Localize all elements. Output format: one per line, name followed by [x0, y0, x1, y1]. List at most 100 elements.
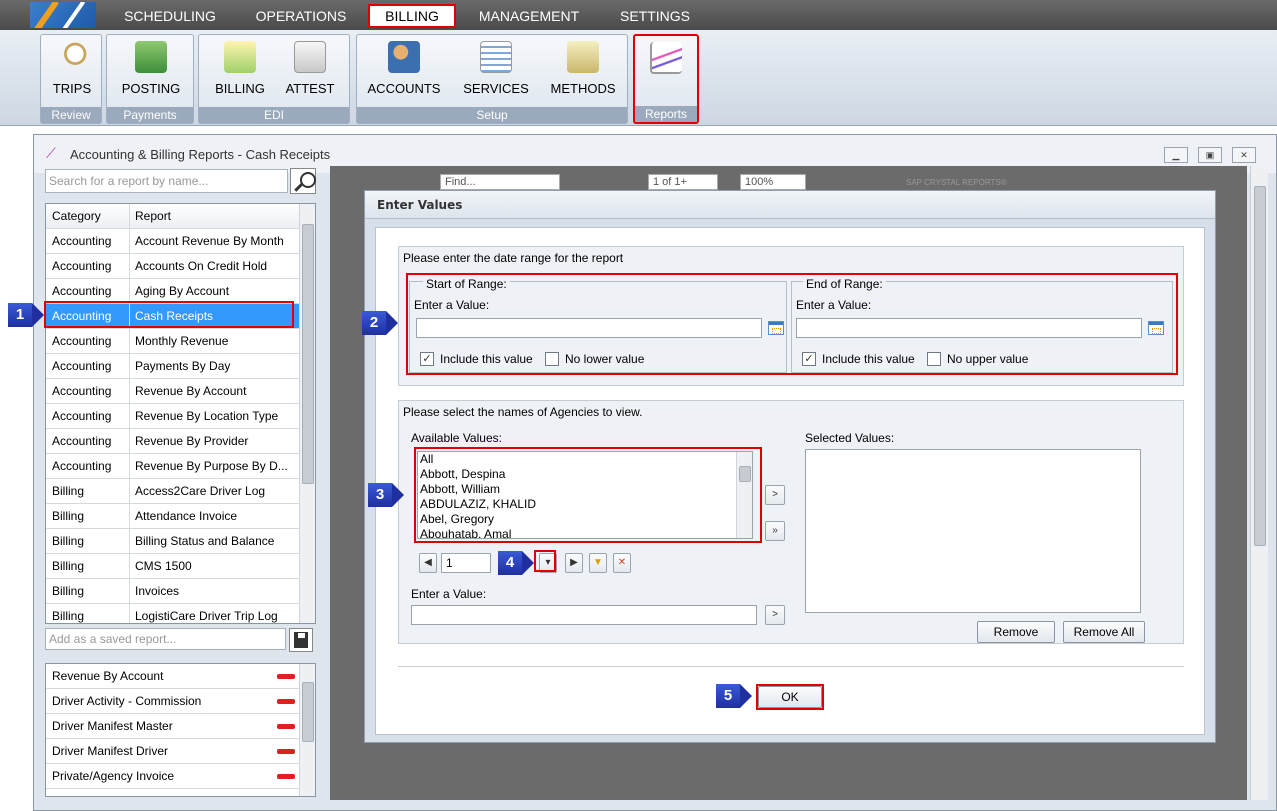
reports-button[interactable] — [643, 42, 689, 82]
agencies-prompt: Please select the names of Agencies to v… — [403, 405, 643, 419]
page-number-input[interactable]: 1 — [441, 553, 491, 573]
remove-icon[interactable] — [277, 749, 295, 754]
table-row[interactable]: Accounting Revenue By Location Type — [46, 404, 300, 429]
zoom-select[interactable]: 100% — [740, 174, 806, 190]
list-item[interactable]: Private/Agency Invoice — [46, 764, 300, 789]
attest-button[interactable]: ATTEST — [277, 41, 343, 96]
viewer-scrollbar[interactable] — [1250, 166, 1268, 800]
saved-list-scrollbar[interactable] — [299, 664, 315, 796]
page-indicator[interactable]: 1 of 1+ — [648, 174, 718, 190]
posting-button[interactable]: POSTING — [115, 41, 187, 96]
add-all-button[interactable]: » — [765, 521, 785, 541]
ribbon-group-reports: Reports — [633, 34, 699, 124]
remove-icon[interactable] — [277, 774, 295, 779]
group-title-reports: Reports — [635, 106, 697, 122]
chart-icon — [650, 42, 682, 74]
menu-scheduling[interactable]: SCHEDULING — [110, 4, 230, 28]
list-item[interactable]: Driver Manifest Driver — [46, 739, 300, 764]
column-header-report[interactable]: Report — [131, 204, 300, 229]
menu-management[interactable]: MANAGEMENT — [466, 4, 592, 28]
remove-button[interactable]: Remove — [977, 621, 1055, 643]
table-row[interactable]: Accounting Revenue By Account — [46, 379, 300, 404]
filter-icon[interactable]: ▼ — [589, 553, 607, 573]
table-row[interactable]: Accounting Revenue By Purpose By D... — [46, 454, 300, 479]
dialog-title: Enter Values — [377, 198, 463, 212]
accounts-button[interactable]: ACCOUNTS — [363, 41, 445, 96]
users-icon — [388, 41, 420, 73]
saved-report-input[interactable]: Add as a saved report... — [45, 628, 286, 650]
scrollbar-thumb[interactable] — [302, 682, 314, 742]
trips-button[interactable]: TRIPS — [47, 41, 97, 96]
table-row[interactable]: Accounting Payments By Day — [46, 354, 300, 379]
saved-reports-list: Revenue By Account Driver Activity - Com… — [45, 663, 316, 797]
list-item[interactable]: Driver Activity - Commission — [46, 689, 300, 714]
date-range-highlight — [406, 273, 1178, 375]
enter-values-dialog: Enter Values Please enter the date range… — [364, 190, 1216, 743]
remove-icon[interactable] — [277, 699, 295, 704]
available-values-label: Available Values: — [411, 431, 502, 445]
ribbon-group-review: TRIPS Review — [40, 34, 102, 124]
list-item[interactable]: Driver Manifest Master — [46, 714, 300, 739]
clear-filter-icon[interactable]: ✕ — [613, 553, 631, 573]
next-page-button[interactable]: ▶ — [565, 553, 583, 573]
cash-receipts-highlight — [44, 301, 294, 328]
table-row[interactable]: Accounting Monthly Revenue — [46, 329, 300, 354]
minimize-button[interactable]: ▁ — [1164, 147, 1188, 163]
report-grid: Category Report Accounting Account Revenu… — [45, 203, 316, 624]
money-icon — [135, 41, 167, 73]
remove-icon[interactable] — [277, 674, 295, 679]
search-icon[interactable] — [290, 168, 316, 194]
scrollbar-thumb[interactable] — [1254, 186, 1266, 546]
add-value-button[interactable]: > — [765, 605, 785, 625]
find-input[interactable]: Find... — [440, 174, 560, 190]
edi-billing-button[interactable]: BILLING — [207, 41, 273, 96]
dropdown-highlight — [534, 550, 556, 572]
group-title-payments: Payments — [107, 107, 193, 123]
restore-button[interactable]: ▣ — [1198, 147, 1222, 163]
report-search-input[interactable]: Search for a report by name... — [45, 169, 288, 193]
table-row[interactable]: Billing Invoices — [46, 579, 300, 604]
table-row[interactable]: Accounting Revenue By Provider — [46, 429, 300, 454]
selected-values-label: Selected Values: — [805, 431, 895, 445]
divider — [398, 666, 1184, 667]
group-title-review: Review — [41, 107, 101, 123]
prev-page-button[interactable]: ◀ — [419, 553, 437, 573]
group-title-edi: EDI — [199, 107, 349, 123]
remove-all-button[interactable]: Remove All — [1063, 621, 1145, 643]
table-row[interactable]: Billing CMS 1500 — [46, 554, 300, 579]
table-row[interactable]: Billing Billing Status and Balance — [46, 529, 300, 554]
top-menu-bar: SCHEDULING OPERATIONS BILLING MANAGEMENT… — [0, 0, 1277, 30]
ribbon-group-setup: ACCOUNTS SERVICES METHODS Setup — [356, 34, 628, 124]
table-row[interactable]: Billing Access2Care Driver Log — [46, 479, 300, 504]
enter-value-label: Enter a Value: — [411, 587, 487, 601]
dialog-titlebar: Enter Values — [365, 191, 1215, 219]
grid-header: Category Report — [46, 204, 300, 229]
table-row[interactable]: Billing LogistiCare Driver Trip Log — [46, 604, 300, 623]
report-grid-scrollbar[interactable] — [299, 204, 315, 623]
methods-button[interactable]: METHODS — [543, 41, 623, 96]
menu-billing[interactable]: BILLING — [368, 4, 456, 28]
table-row[interactable]: Accounting Account Revenue By Month — [46, 229, 300, 254]
list-item[interactable]: Revenue By Account — [46, 664, 300, 689]
table-row[interactable]: Billing Attendance Invoice — [46, 504, 300, 529]
close-button[interactable]: ✕ — [1232, 147, 1256, 163]
table-row[interactable]: Accounting Accounts On Credit Hold — [46, 254, 300, 279]
document-icon — [294, 41, 326, 73]
viewer-toolbar: Find... 1 of 1+ 100% SAP CRYSTAL REPORTS… — [330, 170, 1030, 192]
agency-value-input[interactable] — [411, 605, 757, 625]
add-selected-button[interactable]: > — [765, 485, 785, 505]
cash-icon — [567, 41, 599, 73]
selected-values-list[interactable] — [805, 449, 1141, 613]
services-button[interactable]: SERVICES — [455, 41, 537, 96]
scrollbar-thumb[interactable] — [302, 224, 314, 484]
brand-label: SAP CRYSTAL REPORTS® — [906, 178, 1007, 187]
menu-operations[interactable]: OPERATIONS — [244, 4, 358, 28]
dialog-body: Please enter the date range for the repo… — [375, 227, 1205, 735]
save-icon[interactable] — [289, 628, 313, 652]
download-icon — [224, 41, 256, 73]
magnifier-icon — [56, 41, 88, 73]
menu-settings[interactable]: SETTINGS — [606, 4, 704, 28]
remove-icon[interactable] — [277, 724, 295, 729]
column-header-category[interactable]: Category — [46, 204, 130, 229]
ribbon: TRIPS Review POSTING Payments BILLING AT… — [0, 30, 1277, 126]
